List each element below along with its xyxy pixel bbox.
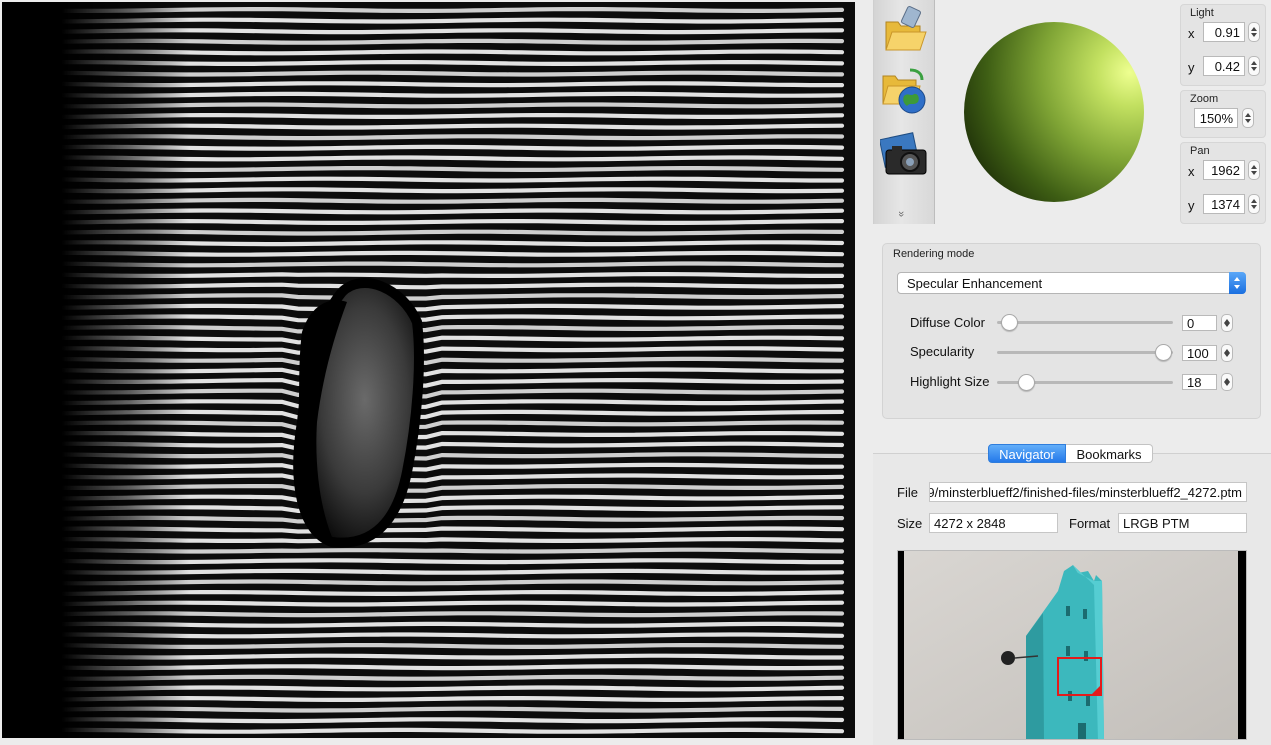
diffuse-color-label: Diffuse Color: [910, 315, 985, 330]
highlight-size-label: Highlight Size: [910, 374, 990, 389]
pan-x-label: x: [1188, 164, 1195, 179]
specularity-stepper[interactable]: [1221, 344, 1233, 362]
file-path-value: 9/minsterblueff2/finished-files/minsterb…: [929, 485, 1242, 500]
pan-y-field[interactable]: 1374: [1203, 194, 1245, 214]
highlight-size-stepper[interactable]: [1221, 373, 1233, 391]
rendering-mode-select[interactable]: Specular Enhancement: [897, 272, 1246, 294]
specularity-slider[interactable]: [997, 344, 1173, 361]
ptm-render-image: [2, 2, 855, 738]
zoom-field[interactable]: 150%: [1194, 108, 1238, 128]
open-folder-button[interactable]: [880, 4, 928, 56]
light-direction-panel: [935, 0, 1175, 224]
diffuse-color-field[interactable]: 0: [1182, 315, 1217, 331]
more-tools-chevron-icon[interactable]: »: [895, 211, 907, 217]
open-folder-icon: [885, 6, 927, 51]
open-remote-button[interactable]: [880, 64, 928, 116]
image-viewer[interactable]: [2, 2, 855, 738]
diffuse-color-stepper[interactable]: [1221, 314, 1233, 332]
tab-bookmarks[interactable]: Bookmarks: [1066, 444, 1153, 463]
toolbar: »: [873, 0, 935, 224]
diffuse-color-thumb[interactable]: [1000, 314, 1018, 331]
file-path-field[interactable]: 9/minsterblueff2/finished-files/minsterb…: [929, 482, 1247, 502]
highlight-size-field[interactable]: 18: [1182, 374, 1217, 390]
pan-title: Pan: [1190, 145, 1210, 157]
pan-y-stepper[interactable]: [1248, 194, 1260, 214]
rendering-mode-value: Specular Enhancement: [907, 276, 1043, 291]
light-y-field[interactable]: 0.42: [1203, 56, 1245, 76]
size-field[interactable]: 4272 x 2848: [929, 513, 1058, 533]
zoom-title: Zoom: [1190, 93, 1219, 105]
pan-y-label: y: [1188, 198, 1195, 213]
zoom-stepper[interactable]: [1242, 108, 1254, 128]
light-x-stepper[interactable]: [1248, 22, 1260, 42]
size-label: Size: [897, 516, 923, 531]
snapshot-button[interactable]: [878, 126, 928, 178]
specularity-label: Specularity: [910, 344, 975, 359]
format-field[interactable]: LRGB PTM: [1118, 513, 1247, 533]
diffuse-color-slider[interactable]: [997, 314, 1173, 331]
snapshot-camera-icon: [878, 132, 927, 175]
light-x-field[interactable]: 0.91: [1203, 22, 1245, 42]
rendering-mode-title: Rendering mode: [893, 248, 975, 260]
tab-navigator[interactable]: Navigator: [988, 444, 1066, 463]
format-label: Format: [1069, 516, 1111, 531]
light-y-label: y: [1188, 60, 1195, 75]
file-label: File: [897, 485, 918, 500]
pan-x-stepper[interactable]: [1248, 160, 1260, 180]
light-y-stepper[interactable]: [1248, 56, 1260, 76]
rendering-mode-group: [882, 243, 1261, 419]
pan-x-field[interactable]: 1962: [1203, 160, 1245, 180]
select-arrows-icon: [1229, 272, 1246, 294]
light-direction-sphere[interactable]: [964, 22, 1144, 202]
highlight-size-slider[interactable]: [997, 374, 1173, 391]
thumbnail-image: [898, 551, 1246, 739]
light-title: Light: [1190, 7, 1214, 19]
specularity-field[interactable]: 100: [1182, 345, 1217, 361]
open-remote-folder-icon: [882, 68, 926, 114]
light-x-label: x: [1188, 26, 1195, 41]
navigator-thumbnail[interactable]: [897, 550, 1247, 740]
